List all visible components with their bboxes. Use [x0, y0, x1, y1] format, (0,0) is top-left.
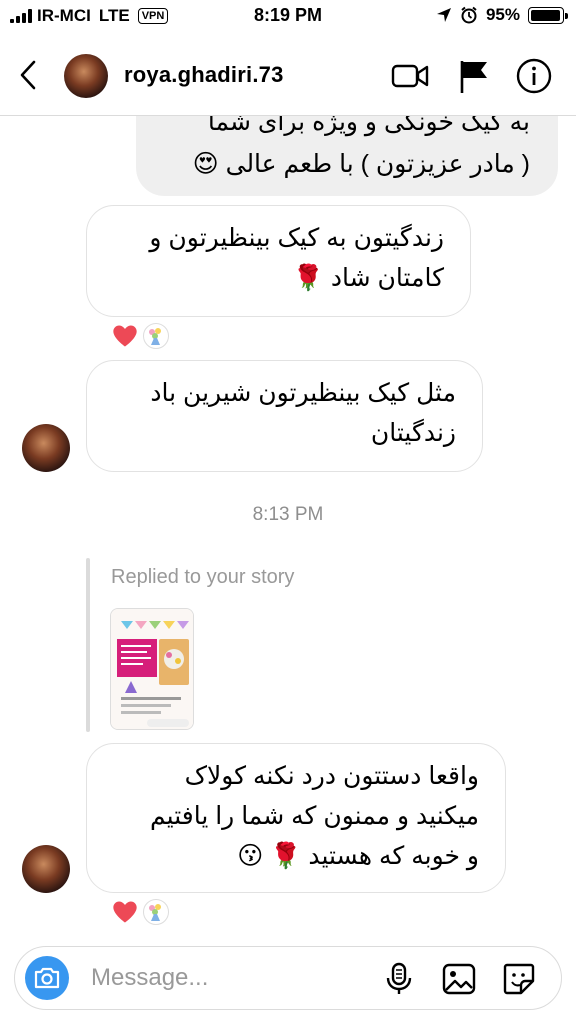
- camera-button[interactable]: [25, 956, 69, 1000]
- outgoing-bubble-body: به کیک خونگی و ویژه برای شما ( مادر عزیز…: [136, 116, 558, 196]
- chat-username[interactable]: roya.ghadiri.73: [124, 62, 284, 88]
- camera-icon: [34, 967, 60, 989]
- reply-indicator-bar: [86, 558, 90, 732]
- flag-icon[interactable]: [454, 56, 494, 96]
- message-line: ( مادر عزیزتون ) با طعم عالی 😍: [192, 150, 530, 178]
- reactions-row[interactable]: [111, 322, 169, 350]
- reactions-row[interactable]: [111, 898, 169, 926]
- info-icon[interactable]: [514, 56, 554, 96]
- message-bubble-incoming[interactable]: مثل کیک بینظیرتون شیرین باد زندگیتان: [86, 360, 483, 472]
- message-line: میکنید و ممنون که شما را یافتیم: [150, 802, 479, 830]
- message-bubble-outgoing[interactable]: به کیک خونگی و ویژه برای شما ( مادر عزیز…: [136, 116, 558, 196]
- message-line: کامتان شاد 🌹: [292, 264, 444, 292]
- back-chevron-icon[interactable]: [14, 58, 44, 92]
- message-line: واقعا دستتون درد نکنه کولاک: [184, 762, 479, 790]
- status-right: 95%: [436, 5, 568, 25]
- profile-avatar[interactable]: [64, 54, 108, 98]
- bouquet-reaction-icon[interactable]: [143, 899, 169, 925]
- alarm-icon: [461, 6, 477, 24]
- message-composer: [14, 946, 562, 1010]
- heart-reaction-icon[interactable]: [111, 322, 139, 350]
- reply-label: Replied to your story: [111, 566, 295, 588]
- chat-header: roya.ghadiri.73: [0, 36, 576, 116]
- message-line: زندگیتون به کیک بینظیرتون و: [149, 224, 444, 252]
- story-thumbnail[interactable]: [110, 608, 194, 730]
- video-call-icon[interactable]: [390, 56, 430, 96]
- battery-percent: 95%: [485, 5, 520, 24]
- message-input[interactable]: [91, 961, 371, 995]
- message-bubble-incoming[interactable]: زندگیتون به کیک بینظیرتون و کامتان شاد 🌹: [86, 205, 471, 317]
- microphone-icon[interactable]: [381, 961, 417, 997]
- message-bubble-incoming[interactable]: واقعا دستتون درد نکنه کولاک میکنید و ممن…: [86, 743, 506, 893]
- bouquet-reaction-icon[interactable]: [143, 323, 169, 349]
- sender-avatar[interactable]: [22, 845, 70, 893]
- story-preview-image: [111, 609, 193, 729]
- message-line: مثل کیک بینظیرتون شیرین باد: [150, 379, 456, 407]
- gallery-icon[interactable]: [441, 961, 477, 997]
- heart-reaction-icon[interactable]: [111, 898, 139, 926]
- timestamp-separator: 8:13 PM: [252, 504, 324, 525]
- status-bar: IR-MCI LTE VPN 8:19 PM 95%: [0, 0, 576, 36]
- location-icon: [436, 8, 451, 22]
- battery-fill: [531, 9, 560, 21]
- message-line: زندگیتان: [370, 419, 456, 447]
- sender-avatar[interactable]: [22, 424, 70, 472]
- battery-icon: [528, 6, 568, 24]
- sticker-icon[interactable]: [501, 961, 537, 997]
- message-line: و خوبه که هستید 🌹 😗: [237, 842, 479, 870]
- message-line: به کیک خونگی و ویژه برای شما: [207, 116, 530, 136]
